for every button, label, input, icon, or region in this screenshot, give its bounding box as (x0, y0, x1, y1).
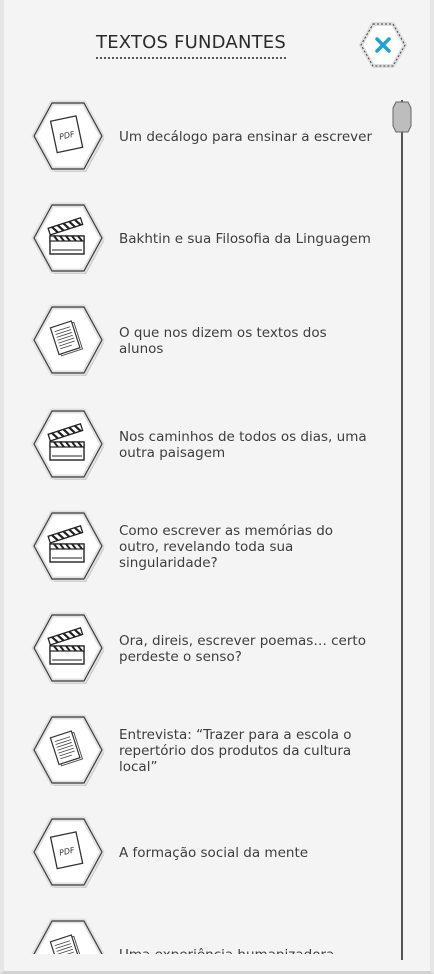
pdf-icon: PDF (31, 100, 105, 172)
clapperboard-icon (31, 510, 105, 582)
list-item-label: Uma experiência humanizadora (119, 910, 374, 954)
item-icon-hex (28, 608, 108, 688)
document-icon (31, 714, 105, 786)
list-item[interactable]: PDF Um decálogo para ensinar a escrever (4, 92, 384, 182)
list-item[interactable]: Nos caminhos de todos os dias, uma outra… (4, 400, 384, 490)
scrollbar[interactable] (392, 100, 412, 960)
list-item-label: Ora, direis, escrever poemas… certo perd… (119, 633, 366, 665)
close-x-icon (359, 22, 407, 68)
scrollbar-thumb[interactable] (392, 100, 412, 134)
item-icon-hex (28, 404, 108, 484)
list-item[interactable]: Entrevista: “Trazer para a escola o repe… (4, 706, 384, 796)
item-icon-hex (28, 300, 108, 380)
panel-title: TEXTOS FUNDANTES (96, 32, 287, 59)
clapperboard-icon (31, 202, 105, 274)
texts-panel: TEXTOS FUNDANTES PDF Um decálogo para en… (0, 0, 434, 974)
clapperboard-icon (31, 408, 105, 480)
list-item[interactable]: PDF A formação social da mente (4, 808, 384, 898)
list-item[interactable]: Uma experiência humanizadora (4, 910, 384, 954)
texts-list: PDF Um decálogo para ensinar a escrever … (4, 92, 384, 954)
item-icon-hex: PDF (28, 812, 108, 892)
item-icon-hex (28, 198, 108, 278)
list-item[interactable]: Bakhtin e sua Filosofia da Linguagem (4, 194, 384, 284)
list-item-label: Bakhtin e sua Filosofia da Linguagem (119, 231, 371, 247)
item-icon-hex (28, 710, 108, 790)
list-item-label: A formação social da mente (119, 845, 309, 861)
list-item-label: Um decálogo para ensinar a escrever (119, 129, 373, 145)
pdf-icon: PDF (31, 816, 105, 888)
list-item[interactable]: Como escrever as memórias do outro, reve… (4, 502, 384, 592)
panel-header: TEXTOS FUNDANTES (4, 0, 430, 92)
document-icon (31, 918, 105, 954)
list-item-label: O que nos dizem os textos dos alunos (119, 325, 327, 357)
item-icon-hex (28, 914, 108, 954)
list-item[interactable]: O que nos dizem os textos dos alunos (4, 296, 384, 386)
list-item-label: Entrevista: “Trazer para a escola o repe… (119, 727, 352, 775)
list-item-label: Como escrever as memórias do outro, reve… (119, 523, 334, 571)
item-icon-hex: PDF (28, 96, 108, 176)
item-icon-hex (28, 506, 108, 586)
scrollbar-track (401, 100, 403, 960)
document-icon (31, 304, 105, 376)
clapperboard-icon (31, 612, 105, 684)
list-item[interactable]: Ora, direis, escrever poemas… certo perd… (4, 604, 384, 694)
close-button[interactable] (358, 20, 408, 70)
list-item-label: Nos caminhos de todos os dias, uma outra… (119, 429, 367, 461)
